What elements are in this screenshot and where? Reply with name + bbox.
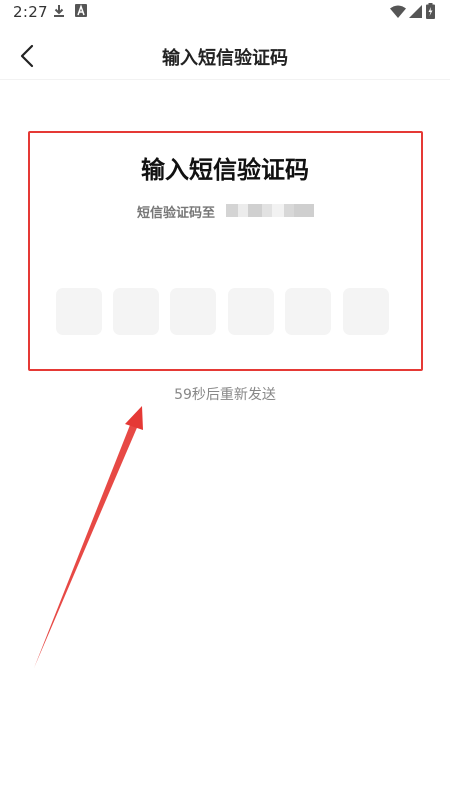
a-badge-icon [75, 4, 87, 17]
status-bar: 2:27 [0, 0, 450, 24]
nav-divider [0, 79, 450, 80]
signal-icon [409, 5, 422, 18]
download-icon [54, 5, 64, 17]
sent-to-label: 短信验证码至 [137, 206, 216, 221]
code-digit-5[interactable] [285, 288, 331, 335]
nav-bar: 输入短信验证码 [0, 30, 450, 80]
resend-countdown: 59秒后重新发送 [174, 387, 276, 403]
code-digit-6[interactable] [343, 288, 389, 335]
battery-icon [426, 3, 435, 19]
status-time: 2:27 [13, 3, 48, 21]
page-title: 输入短信验证码 [162, 48, 288, 69]
code-digit-1[interactable] [56, 288, 102, 335]
verification-heading: 输入短信验证码 [141, 156, 309, 184]
code-digit-3[interactable] [170, 288, 216, 335]
code-digit-4[interactable] [228, 288, 274, 335]
wifi-icon [390, 5, 406, 18]
code-digit-2[interactable] [113, 288, 159, 335]
masked-phone-number [226, 204, 314, 217]
sms-verification-page: 2:27 输入短信验证码 输入短信验证码 短信验证码至 59秒后重新发送 [0, 0, 450, 800]
code-input-group [56, 288, 390, 335]
